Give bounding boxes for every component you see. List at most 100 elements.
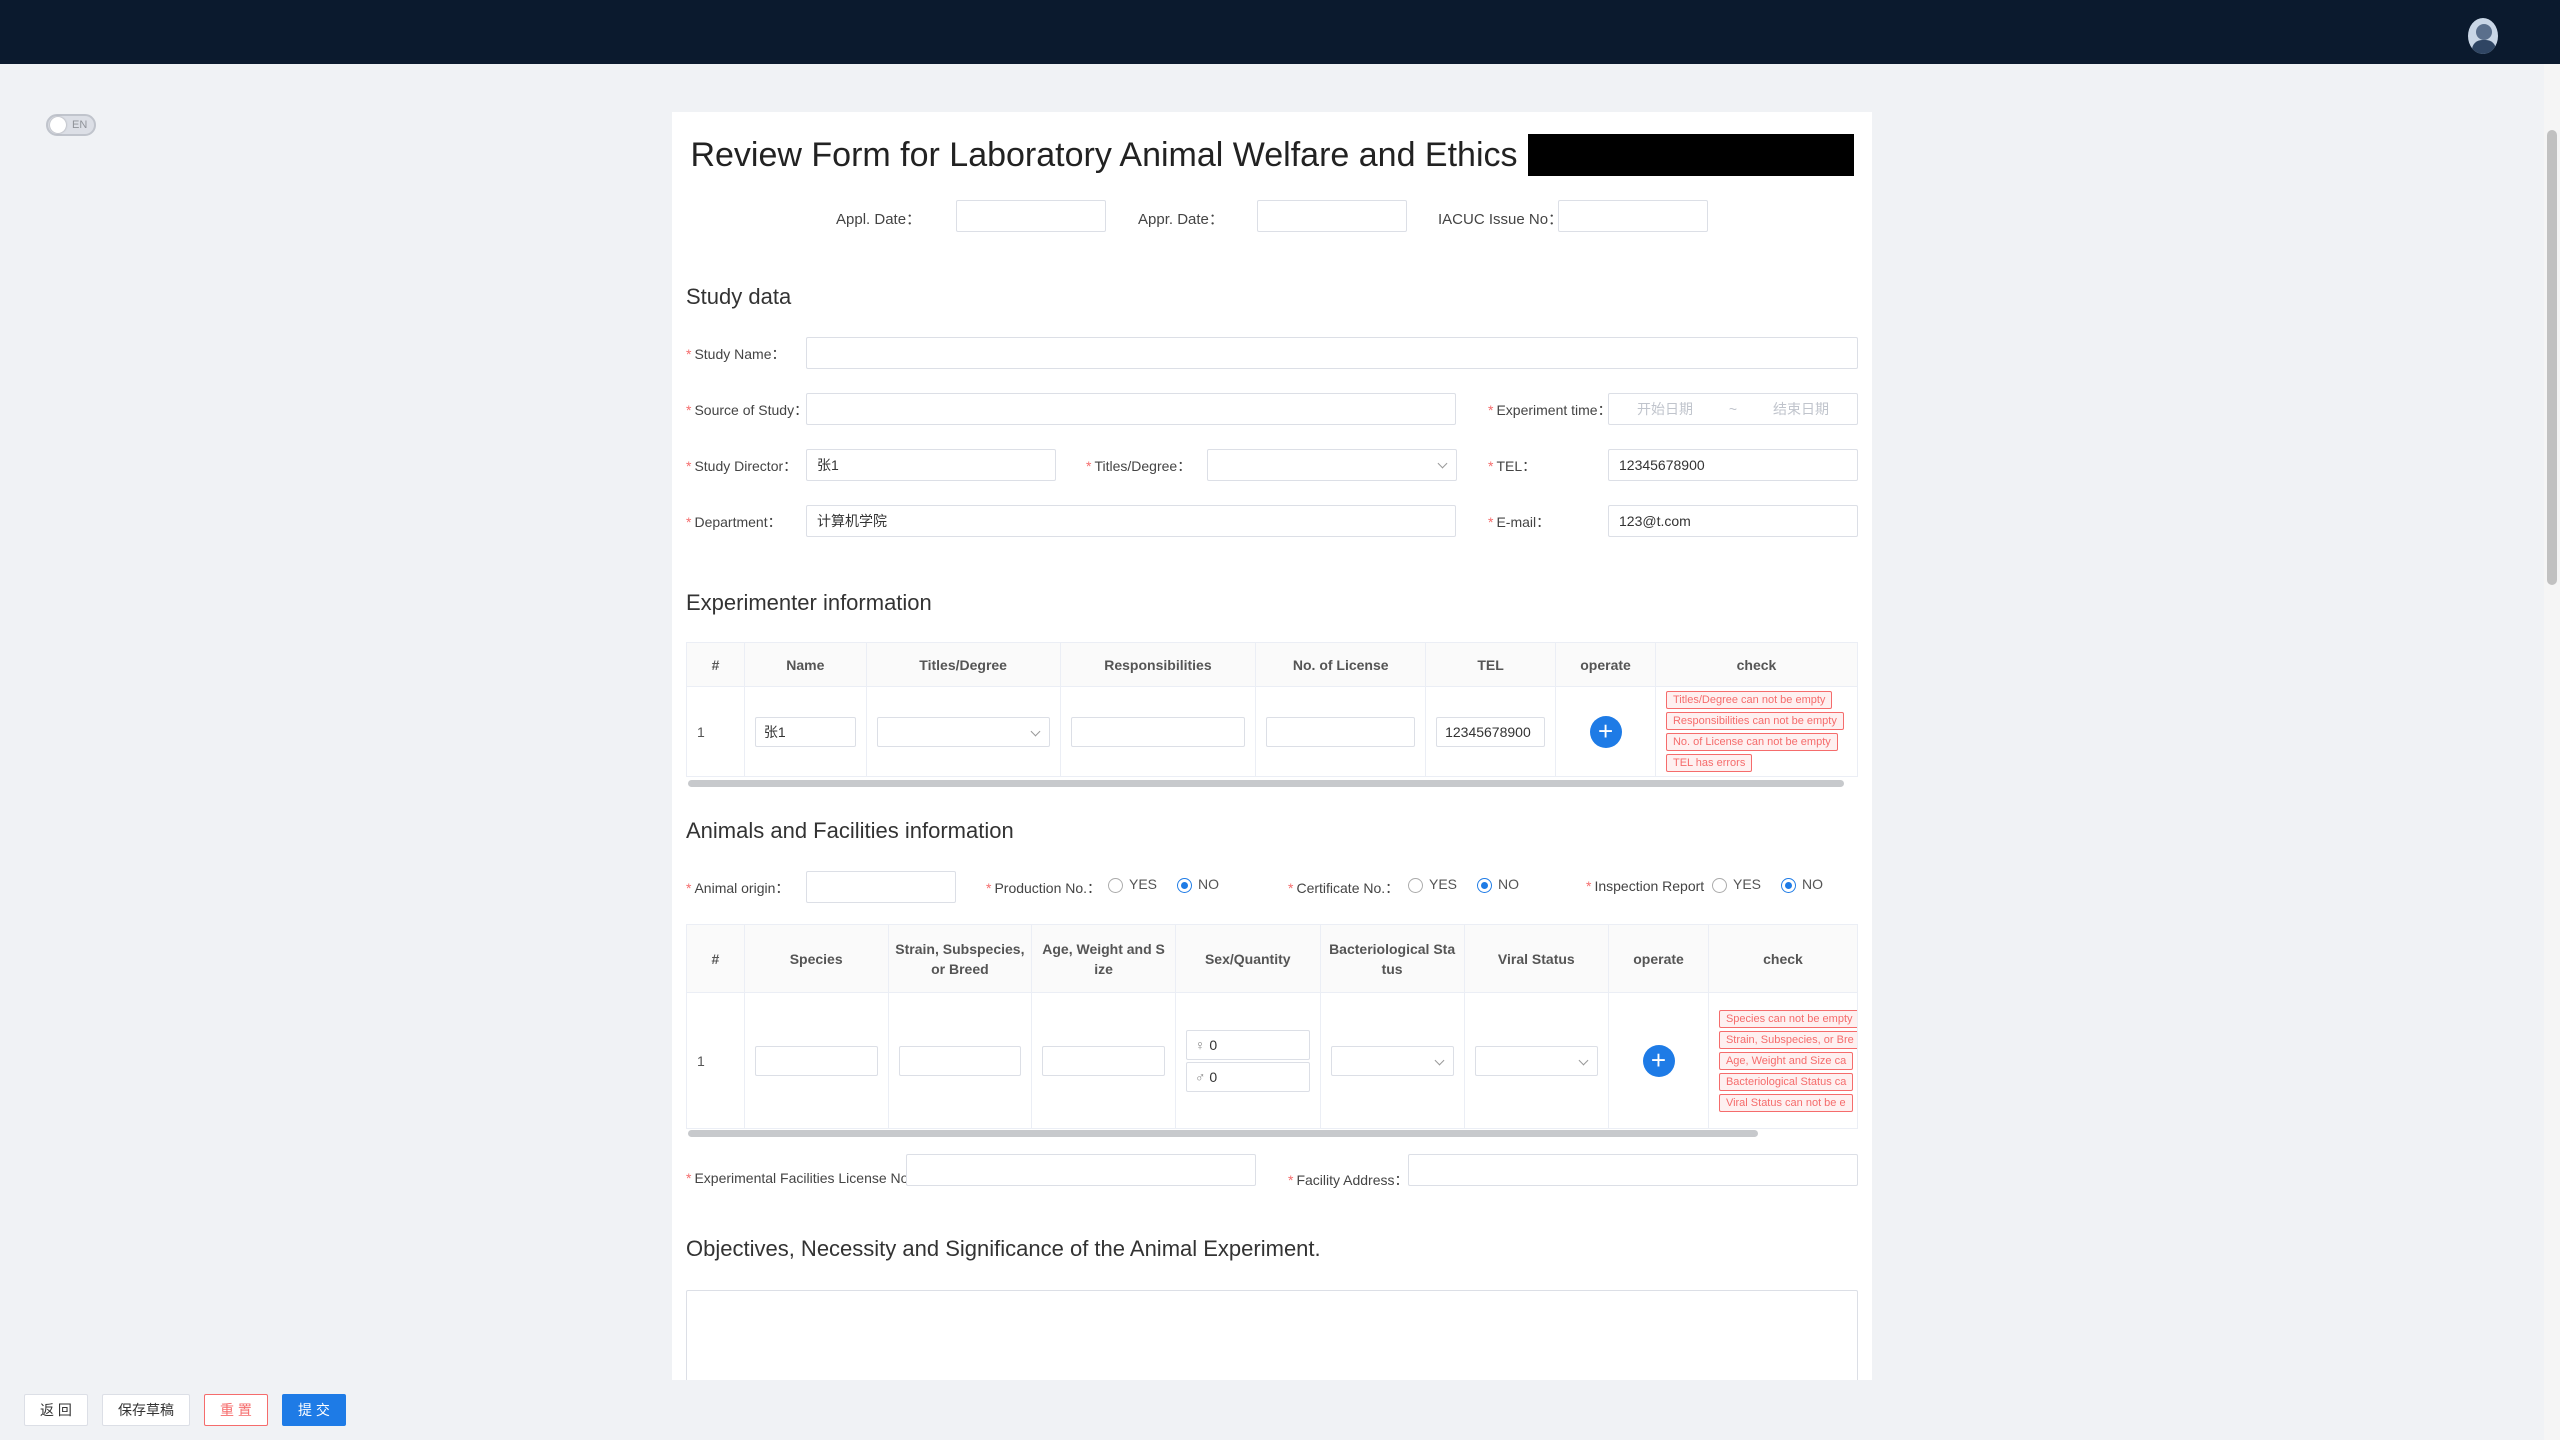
error-badge: TEL has errors bbox=[1665, 754, 1753, 772]
add-row-button[interactable]: + bbox=[1589, 715, 1622, 748]
certificate-radio-group[interactable]: YES NO bbox=[1408, 876, 1519, 893]
start-date-placeholder: 开始日期 bbox=[1636, 401, 1693, 417]
error-badge: Species can not be empty bbox=[1718, 1009, 1857, 1028]
director-label: Study Director： bbox=[694, 458, 798, 474]
tel-cell-input[interactable]: 12345678900 bbox=[1436, 716, 1546, 747]
source-input[interactable] bbox=[806, 393, 1456, 425]
name-cell-input[interactable]: 张1 bbox=[754, 716, 856, 747]
col-name: Name bbox=[743, 642, 867, 687]
radio-yes[interactable] bbox=[1712, 877, 1727, 893]
back-button[interactable]: 返 回 bbox=[24, 1394, 88, 1426]
male-quantity-input[interactable]: ♂ 0 bbox=[1185, 1061, 1310, 1092]
certificate-label: Certificate No.： bbox=[1296, 880, 1400, 896]
col-viral: Viral Status bbox=[1463, 924, 1610, 993]
species-cell-input[interactable] bbox=[754, 1045, 878, 1076]
strain-cell-input[interactable] bbox=[898, 1045, 1022, 1076]
animals-hscroll[interactable] bbox=[688, 1130, 1758, 1137]
email-label: E-mail： bbox=[1496, 514, 1551, 530]
toggle-knob bbox=[50, 117, 66, 133]
study-section-title: Study data bbox=[686, 284, 792, 309]
source-label: Source of Study： bbox=[694, 402, 809, 418]
form-title: Review Form for Laboratory Animal Welfar… bbox=[690, 135, 1518, 174]
inspection-radio-group[interactable]: YES NO bbox=[1712, 876, 1823, 893]
appl-date-label: Appl. Date： bbox=[836, 211, 922, 228]
objectives-section-title: Objectives, Necessity and Significance o… bbox=[686, 1236, 1321, 1261]
add-row-button[interactable]: + bbox=[1642, 1044, 1675, 1077]
radio-no-selected[interactable] bbox=[1477, 877, 1493, 893]
col-check: check bbox=[1654, 642, 1859, 687]
titles-label: Titles/Degree： bbox=[1094, 458, 1192, 474]
inspection-label: Inspection Report bbox=[1594, 878, 1705, 894]
bacteriological-cell-select[interactable] bbox=[1330, 1045, 1454, 1076]
titles-select[interactable] bbox=[1207, 449, 1457, 481]
license-cell-input[interactable] bbox=[1266, 716, 1416, 747]
viral-cell-select[interactable] bbox=[1474, 1045, 1599, 1076]
radio-yes[interactable] bbox=[1108, 877, 1123, 893]
col-operate: operate bbox=[1555, 642, 1656, 687]
col-license: No. of License bbox=[1255, 642, 1427, 687]
experiment-time-range[interactable]: 开始日期 ~ 结束日期 bbox=[1608, 393, 1858, 425]
male-icon: ♂ bbox=[1194, 1068, 1206, 1085]
female-icon: ♀ bbox=[1194, 1036, 1206, 1053]
radio-no-selected[interactable] bbox=[1177, 877, 1193, 893]
department-label: Department： bbox=[694, 514, 782, 530]
appr-date-input[interactable] bbox=[1257, 200, 1407, 232]
facility-address-input[interactable] bbox=[1408, 1154, 1858, 1186]
col-species: Species bbox=[743, 924, 889, 993]
titles-cell-select[interactable] bbox=[876, 716, 1050, 747]
col-responsibilities: Responsibilities bbox=[1059, 642, 1257, 687]
error-badge: Age, Weight and Size ca bbox=[1718, 1051, 1854, 1070]
animal-origin-input[interactable] bbox=[806, 871, 956, 903]
reset-button[interactable]: 重 置 bbox=[204, 1394, 268, 1426]
page-scrollbar[interactable] bbox=[2544, 64, 2560, 1440]
director-input[interactable]: 张1 bbox=[806, 449, 1056, 481]
col-tel: TEL bbox=[1425, 642, 1557, 687]
language-label: EN bbox=[72, 119, 88, 131]
form-paper: Review Form for Laboratory Animal Welfar… bbox=[672, 112, 1872, 1380]
experimenter-hscroll[interactable] bbox=[688, 780, 1844, 787]
animals-section-title: Animals and Facilities information bbox=[686, 818, 1014, 843]
validation-errors: Titles/Degree can not be empty Responsib… bbox=[1665, 691, 1857, 772]
appl-date-input[interactable] bbox=[956, 200, 1106, 232]
language-toggle[interactable]: EN bbox=[46, 114, 96, 136]
user-avatar-icon[interactable] bbox=[2468, 18, 2498, 54]
production-label: Production No.： bbox=[994, 880, 1102, 896]
study-name-input[interactable] bbox=[806, 337, 1858, 369]
iacuc-input[interactable] bbox=[1558, 200, 1708, 232]
production-radio-group[interactable]: YES NO bbox=[1108, 876, 1219, 893]
tel-label: TEL： bbox=[1496, 458, 1537, 474]
facility-license-input[interactable] bbox=[906, 1154, 1256, 1186]
col-age-weight: Age, Weight and S ize bbox=[1031, 924, 1176, 993]
top-bar bbox=[0, 0, 2560, 64]
validation-errors: Species can not be empty Strain, Subspec… bbox=[1718, 1009, 1857, 1112]
row-index: 1 bbox=[686, 992, 745, 1129]
row-index: 1 bbox=[686, 686, 745, 777]
animals-table: # Species Strain, Subspecies, or Breed A… bbox=[686, 924, 1859, 1129]
department-input[interactable]: 计算机学院 bbox=[806, 505, 1456, 537]
table-row: 1 张1 12345678900 + Titles/Degree can not… bbox=[686, 686, 1859, 777]
scrollbar-thumb[interactable] bbox=[2547, 130, 2557, 585]
chevron-down-icon bbox=[1437, 458, 1448, 469]
responsibilities-cell-input[interactable] bbox=[1070, 716, 1246, 747]
radio-yes[interactable] bbox=[1408, 877, 1423, 893]
age-weight-cell-input[interactable] bbox=[1042, 1045, 1165, 1076]
female-quantity-input[interactable]: ♀ 0 bbox=[1185, 1029, 1310, 1060]
email-input[interactable]: 123@t.com bbox=[1608, 505, 1858, 537]
tel-input[interactable]: 12345678900 bbox=[1608, 449, 1858, 481]
submit-button[interactable]: 提 交 bbox=[282, 1394, 346, 1426]
col-check: check bbox=[1707, 924, 1859, 993]
col-index: # bbox=[686, 642, 745, 687]
facility-license-label: Experimental Facilities License No. bbox=[694, 1170, 913, 1186]
error-badge: Viral Status can not be e bbox=[1718, 1093, 1853, 1112]
range-separator: ~ bbox=[1728, 401, 1738, 417]
error-badge: Responsibilities can not be empty bbox=[1665, 712, 1844, 730]
experimenter-table: # Name Titles/Degree Responsibilities No… bbox=[686, 642, 1859, 777]
experiment-time-label: Experiment time： bbox=[1496, 402, 1612, 418]
col-sex-quantity: Sex/Quantity bbox=[1174, 924, 1321, 993]
save-draft-button[interactable]: 保存草稿 bbox=[102, 1394, 190, 1426]
objectives-textarea[interactable] bbox=[686, 1290, 1858, 1380]
col-index: # bbox=[686, 924, 745, 993]
radio-no-selected[interactable] bbox=[1781, 877, 1797, 893]
appr-date-label: Appr. Date： bbox=[1138, 211, 1224, 228]
animal-origin-label: Animal origin： bbox=[694, 880, 790, 896]
